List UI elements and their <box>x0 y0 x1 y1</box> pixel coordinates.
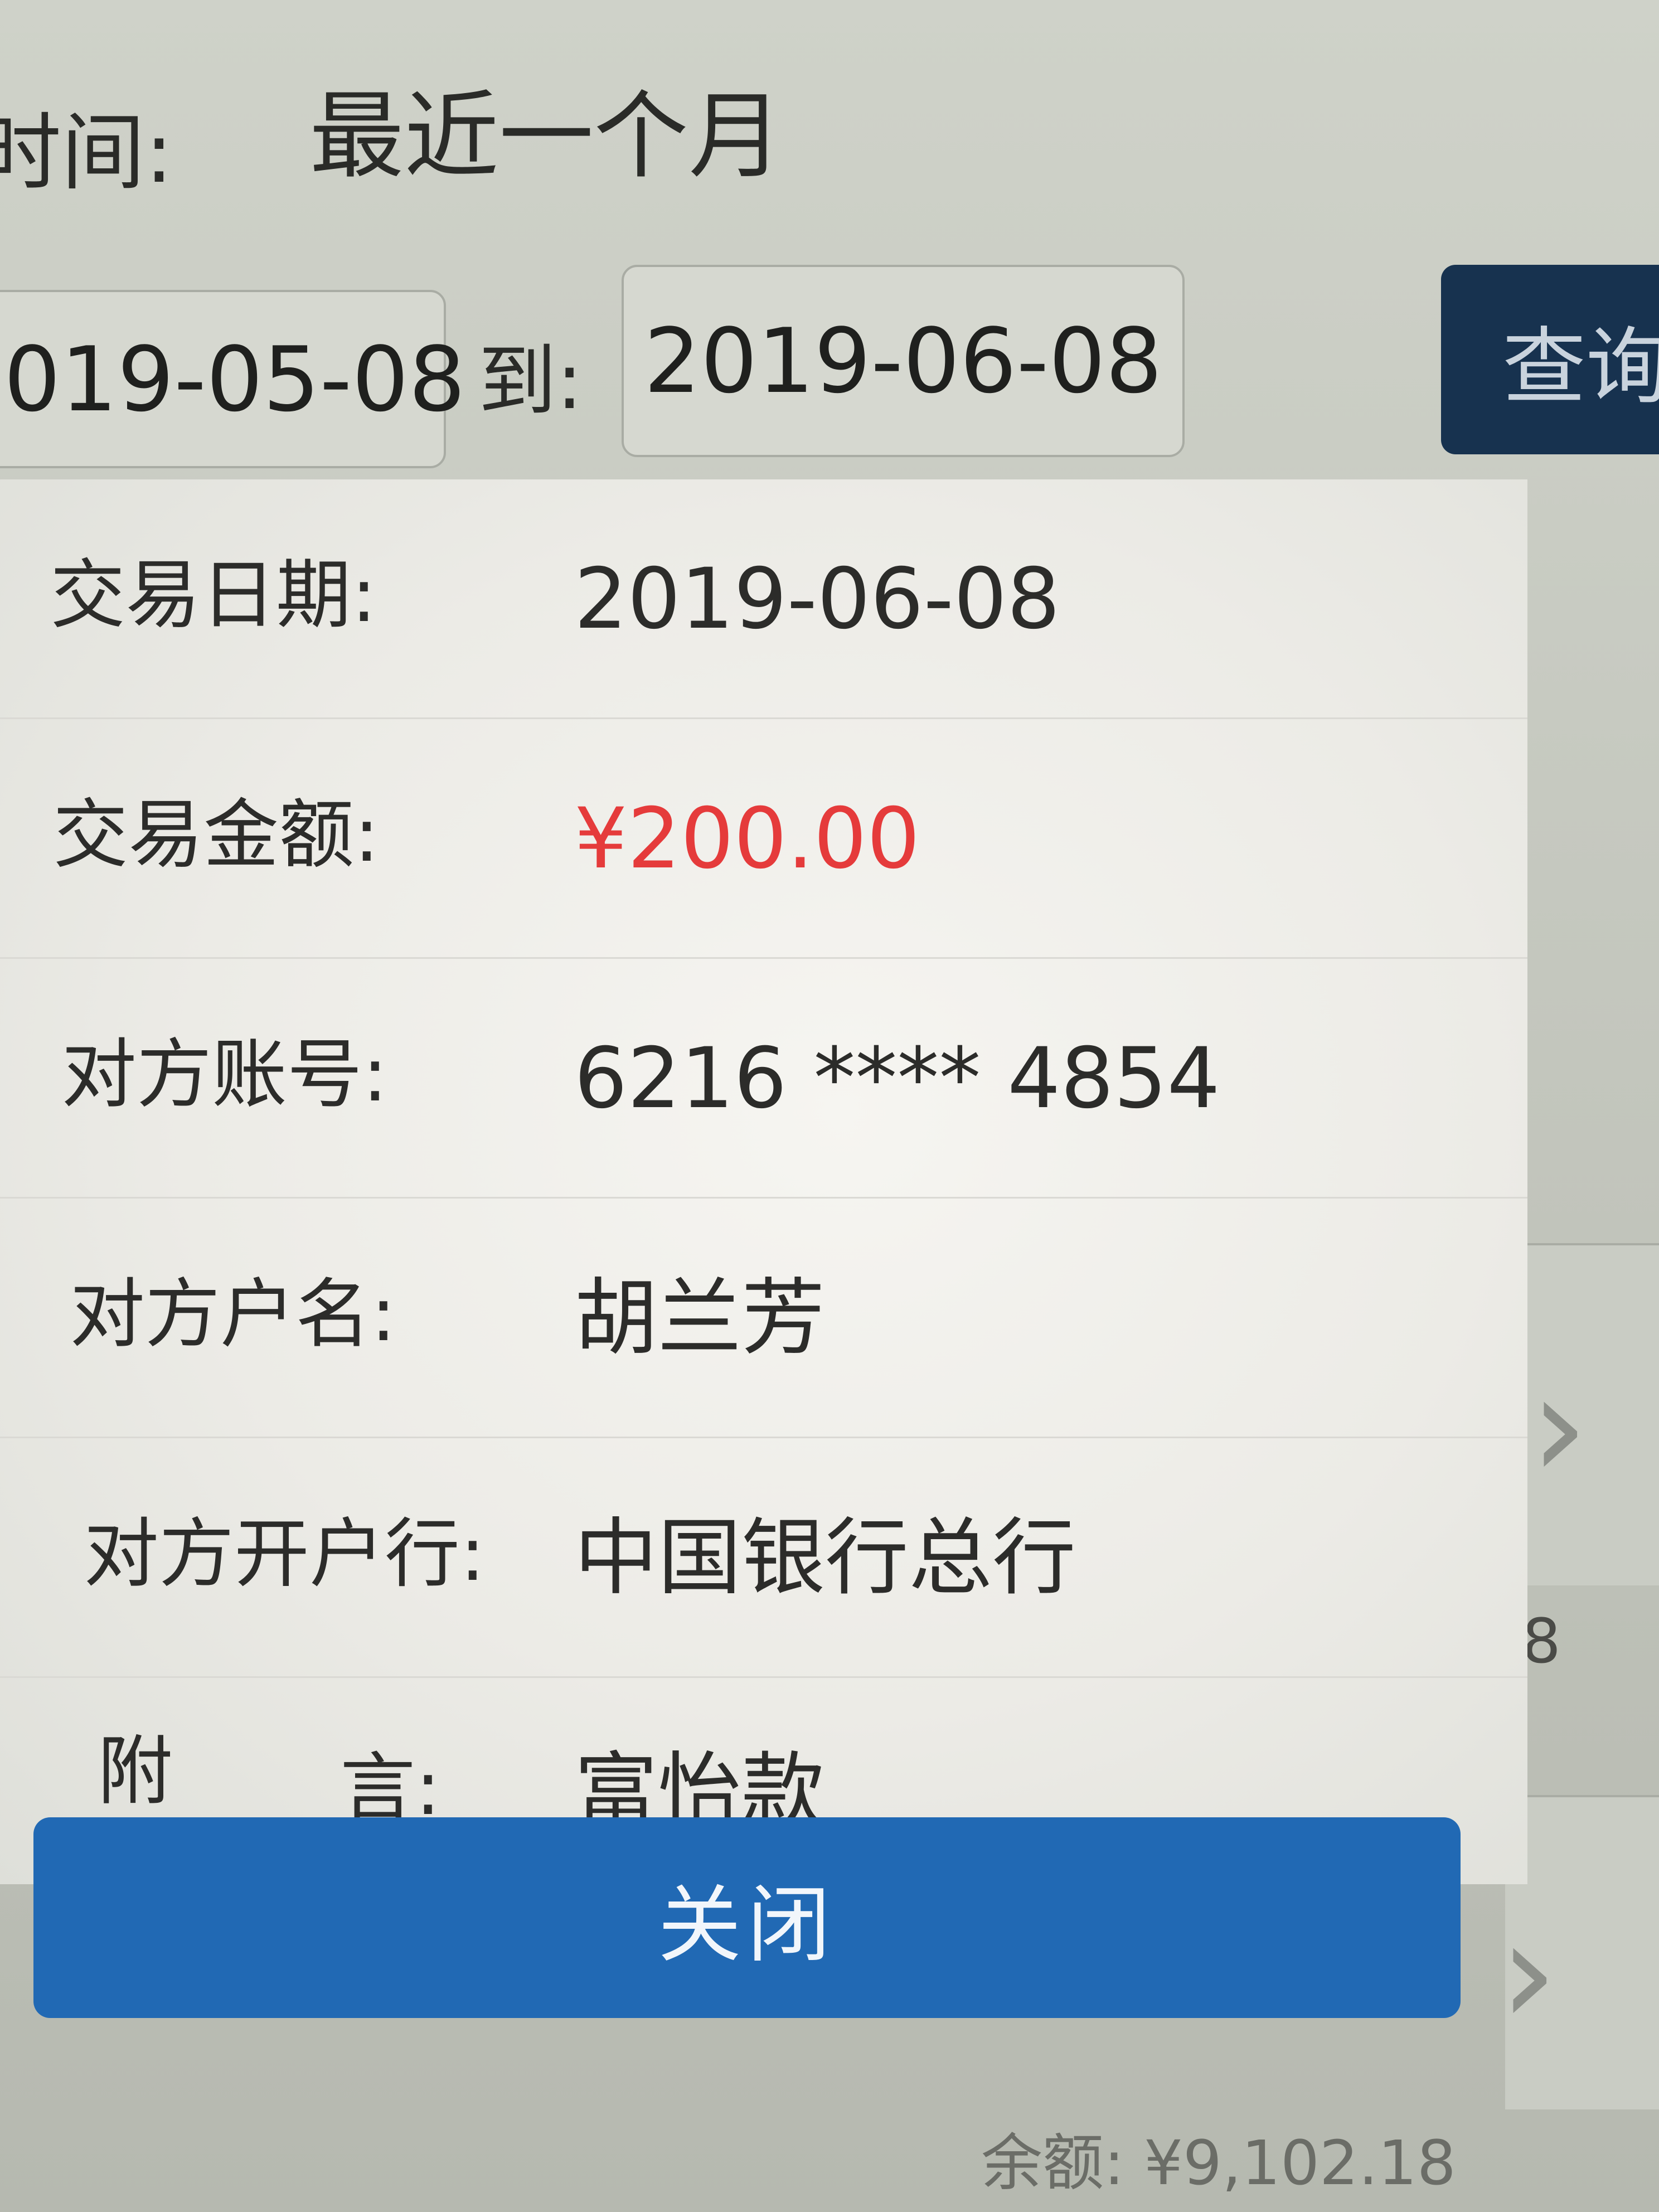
transaction-date-value: 2019-06-08 <box>574 551 1060 648</box>
detail-row-account: 对方账号: 6216 **** 4854 <box>0 959 1527 1199</box>
chevron-right-icon: › <box>1500 1889 1558 2058</box>
counterparty-bank-value: 中国银行总行 <box>574 1510 1076 1607</box>
transaction-amount-value: ¥200.00 <box>574 790 920 887</box>
remark-label-second: 言: <box>340 1744 441 1832</box>
detail-row-bank: 对方开户行: 中国银行总行 <box>0 1438 1527 1678</box>
start-date-field[interactable]: 2019-05-08 <box>0 290 465 468</box>
end-date-field[interactable]: 2019-06-08 <box>622 265 1185 457</box>
counterparty-account-label: 对方账号: <box>61 1031 388 1118</box>
counterparty-account-value: 6216 **** 4854 <box>574 1030 1220 1127</box>
date-to-label: 到: <box>478 336 583 427</box>
counterparty-name-label: 对方户名: <box>70 1270 396 1358</box>
transaction-amount-label: 交易金额: <box>53 791 380 879</box>
counterparty-bank-label: 对方开户行: <box>84 1510 486 1598</box>
chevron-right-icon: › <box>1530 1343 1588 1511</box>
remark-label-first: 附 <box>98 1728 173 1815</box>
counterparty-name-value: 胡兰芳 <box>574 1270 826 1367</box>
detail-row-name: 对方户名: 胡兰芳 <box>0 1199 1527 1438</box>
time-range-label: 时间: <box>0 105 173 202</box>
query-button[interactable]: 查询 <box>1441 265 1659 454</box>
detail-row-amount: 交易金额: ¥200.00 <box>0 719 1527 959</box>
transaction-detail-dialog: 交易日期: 2019-06-08 交易金额: ¥200.00 对方账号: 621… <box>0 479 1527 1884</box>
transaction-date-label: 交易日期: <box>50 551 377 639</box>
time-range-selector[interactable]: 最近一个月 <box>309 89 783 184</box>
close-button[interactable]: 关闭 <box>33 1817 1461 2018</box>
balance-text: 余额: ¥9,102.18 <box>981 2127 1456 2199</box>
detail-row-date: 交易日期: 2019-06-08 <box>0 479 1527 719</box>
